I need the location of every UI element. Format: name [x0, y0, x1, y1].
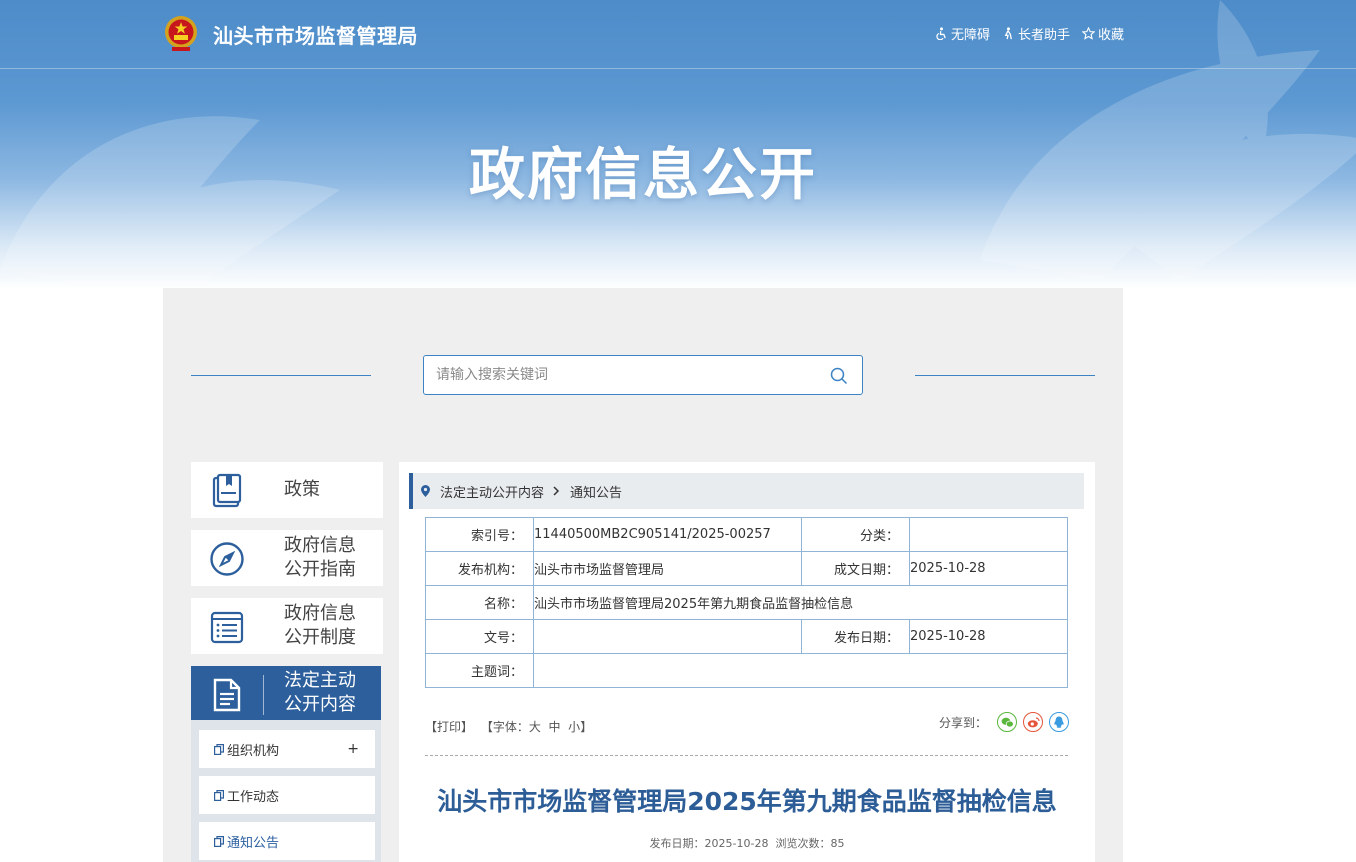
copy-icon: [214, 743, 224, 755]
content-divider: [425, 755, 1068, 756]
name-value: 汕头市市场监督管理局2025年第九期食品监督抽检信息: [533, 585, 1068, 620]
compass-icon: [210, 542, 244, 576]
created-date-value: 2025-10-28: [909, 551, 1068, 586]
keywords-label: 主题词：: [425, 653, 534, 688]
breadcrumb-current-link[interactable]: 通知公告: [570, 482, 622, 501]
hero-title: 政府信息公开: [469, 143, 817, 208]
doc-number-label: 文号：: [425, 619, 534, 654]
sidebar-item-label: 政府信息 公开制度: [284, 603, 356, 648]
elder-assist-label: 长者助手: [1017, 28, 1070, 43]
sidebar-item-divider: [263, 675, 264, 715]
article-meta: 发布日期：2025-10-28 浏览次数：85: [649, 837, 845, 850]
sidebar-item-label: 法定主动 公开内容: [284, 670, 356, 715]
search-input[interactable]: [436, 365, 816, 385]
copy-icon: [214, 789, 224, 801]
search-deco-line-left: [191, 375, 371, 376]
accessibility-icon: [936, 27, 946, 40]
publish-date-label: 发布日期：: [801, 619, 910, 654]
list-icon: [210, 611, 244, 644]
category-value: [909, 517, 1068, 552]
favorite-link[interactable]: 收藏: [1081, 24, 1124, 43]
created-date-label: 成文日期：: [801, 551, 910, 586]
document-icon: [213, 678, 241, 712]
accessibility-label: 无障碍: [950, 28, 990, 43]
share-bar: 分享到：: [939, 712, 1069, 732]
accessibility-link[interactable]: 无障碍: [935, 24, 990, 43]
share-label: 分享到：: [938, 715, 987, 730]
font-large-button[interactable]: 大: [529, 720, 541, 734]
doc-number-value: [533, 619, 802, 654]
search-icon[interactable]: [830, 367, 848, 385]
location-pin-icon: [421, 485, 430, 497]
category-label: 分类：: [801, 517, 910, 552]
main-panel: 政策 政府信息 公开指南 政府信息 公开制度 法定主动 公开内容: [163, 288, 1123, 862]
index-value: 11440500MB2C905141/2025-00257: [533, 517, 802, 552]
table-row: 发布机构： 汕头市市场监督管理局 成文日期： 2025-10-28: [425, 551, 1068, 586]
elder-assist-icon: [1004, 27, 1012, 40]
font-medium-button[interactable]: 中: [549, 720, 561, 734]
breadcrumb-parent-link[interactable]: 法定主动公开内容: [440, 482, 544, 501]
site-title[interactable]: 汕头市市场监督管理局: [213, 20, 418, 49]
keywords-value: [533, 653, 1068, 688]
article-tools: 【打印】 【字体：大 中 小】: [425, 718, 592, 735]
search-deco-line-right: [915, 375, 1095, 376]
favorite-label: 收藏: [1097, 28, 1124, 43]
article-title: 汕头市市场监督管理局2025年第九期食品监督抽检信息: [437, 787, 1057, 816]
expand-plus-icon[interactable]: +: [347, 741, 359, 757]
sidebar-item-guide[interactable]: 政府信息 公开指南: [191, 530, 383, 586]
header-divider: [0, 68, 1356, 69]
name-label: 名称：: [425, 585, 534, 620]
header-banner: 汕头市市场监督管理局 无障碍 长者助手 收藏 政府信息公开: [0, 0, 1356, 290]
subnav-item-organization[interactable]: 组织机构 +: [199, 730, 375, 768]
content-area: 法定主动公开内容 通知公告 索引号： 11440500MB2C905141/20…: [399, 462, 1095, 862]
sidebar-item-label: 政府信息 公开指南: [284, 535, 356, 580]
table-row: 主题词：: [425, 653, 1068, 688]
qq-share-icon[interactable]: [1049, 712, 1069, 732]
sidebar-item-system[interactable]: 政府信息 公开制度: [191, 598, 383, 654]
elder-assist-link[interactable]: 长者助手: [1002, 24, 1070, 43]
publisher-label: 发布机构：: [425, 551, 534, 586]
wechat-share-icon[interactable]: [997, 712, 1017, 732]
table-row: 文号： 发布日期： 2025-10-28: [425, 619, 1068, 654]
sidebar-item-statutory-content[interactable]: 法定主动 公开内容: [191, 666, 381, 722]
subnav-item-label: 组织机构: [227, 743, 280, 759]
subnav-item-work-news[interactable]: 工作动态: [199, 776, 375, 814]
document-meta-table: 索引号： 11440500MB2C905141/2025-00257 分类： 发…: [425, 517, 1068, 688]
index-label: 索引号：: [425, 517, 534, 552]
top-links: 无障碍 长者助手 收藏: [935, 24, 1124, 43]
book-icon: [212, 473, 242, 508]
print-button[interactable]: 【打印】: [425, 720, 473, 734]
search-box: [423, 355, 863, 395]
font-small-button[interactable]: 小: [568, 720, 580, 734]
star-icon: [1081, 27, 1095, 40]
font-size-suffix: 】: [580, 720, 593, 734]
sidebar-subnav: 组织机构 + 工作动态 通知公告: [191, 720, 381, 862]
subnav-item-label: 工作动态: [227, 789, 280, 805]
copy-icon: [214, 835, 224, 847]
breadcrumb: 法定主动公开内容 通知公告: [409, 473, 1084, 509]
publisher-value: 汕头市市场监督管理局: [533, 551, 802, 586]
table-row: 名称： 汕头市市场监督管理局2025年第九期食品监督抽检信息: [425, 585, 1068, 620]
sidebar-item-label: 政策: [284, 479, 320, 500]
publish-date-value: 2025-10-28: [909, 619, 1068, 654]
font-size-prefix: 【字体：: [480, 720, 529, 734]
subnav-item-label: 通知公告: [227, 835, 280, 851]
chevron-right-icon: [553, 486, 560, 496]
weibo-share-icon[interactable]: [1023, 712, 1043, 732]
sidebar-item-policy[interactable]: 政策: [191, 462, 383, 518]
national-emblem-logo: [165, 16, 197, 51]
table-row: 索引号： 11440500MB2C905141/2025-00257 分类：: [425, 517, 1068, 552]
subnav-item-notices[interactable]: 通知公告: [199, 822, 375, 860]
